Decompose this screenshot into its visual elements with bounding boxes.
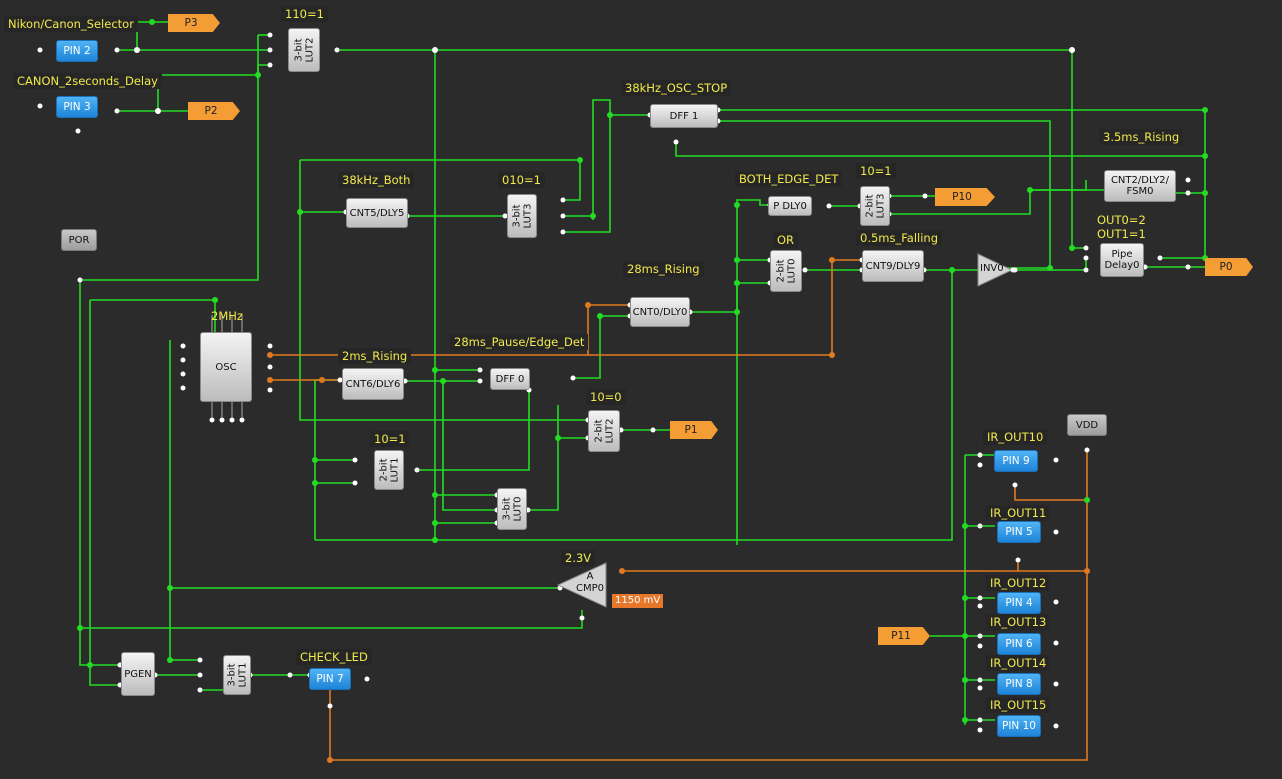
label-nikon-canon: Nikon/Canon_Selector [4,16,138,32]
label-28ms-rising: 28ms_Rising [623,261,704,277]
port-p10[interactable]: P10 [935,188,995,206]
port-p2[interactable]: P2 [188,102,240,120]
label-check-led: CHECK_LED [296,649,372,665]
label-ir-out11: IR_OUT11 [986,505,1051,521]
pin4-block[interactable]: PIN 4 [997,592,1041,614]
pin7-block[interactable]: PIN 7 [309,668,351,690]
label-out1: OUT1=1 [1097,227,1146,241]
lut2-2bit-block[interactable]: 2-bit LUT2 [588,410,620,452]
lut1-2bit-block[interactable]: 2-bit LUT1 [374,450,404,490]
label-38k-stop: 38kHz_OSC_STOP [621,80,732,96]
label-lut3-010: 010=1 [498,172,545,188]
cnt9-block[interactable]: CNT9/DLY9 [862,250,924,282]
vdd-block[interactable]: VDD [1067,414,1107,436]
label-28ms-pause: 28ms_Pause/Edge_Det [450,334,589,350]
label-0-5ms: 0.5ms_Falling [856,230,943,246]
lut0-3bit-text: 3-bit LUT0 [501,496,523,522]
lut3-3bit-block[interactable]: 3-bit LUT3 [507,194,537,238]
port-p1[interactable]: P1 [670,421,718,439]
pin3-block[interactable]: PIN 3 [56,96,98,118]
por-block[interactable]: POR [61,229,97,251]
label-3-5ms: 3.5ms_Rising [1099,129,1184,145]
label-38k-both: 38kHz_Both [338,172,415,188]
lut2-3bit-block[interactable]: 3-bit LUT2 [288,28,320,72]
label-2mhz: 2MHz [211,309,243,323]
inv0-label: INV0 [980,263,1004,274]
lut1-3bit-block[interactable]: 3-bit LUT1 [223,655,251,695]
lut0-2bit-block[interactable]: 2-bit LUT0 [770,250,802,292]
label-ir-out10: IR_OUT10 [983,429,1048,445]
lut0-3bit-block[interactable]: 3-bit LUT0 [497,488,527,530]
cmp-reference[interactable]: 1150 mV [612,594,664,608]
inv0-block[interactable]: INV0 [976,252,1016,288]
label-or: OR [773,232,799,248]
dff1-block[interactable]: DFF 1 [650,104,718,128]
pin5-block[interactable]: PIN 5 [997,521,1041,543]
lut1-3bit-text: 3-bit LUT1 [226,662,248,688]
cnt2-block[interactable]: CNT2/DLY2/ FSM0 [1104,170,1176,202]
lut3-2bit-block[interactable]: 2-bit LUT3 [860,186,890,226]
cmp0-label: A CMP0 [576,571,605,594]
label-ir-out13: IR_OUT13 [986,614,1051,630]
label-2ms-rising: 2ms_Rising [338,348,412,364]
lut2-3bit-text: 3-bit LUT2 [293,37,315,63]
pin6-block[interactable]: PIN 6 [997,633,1041,655]
cnt0-block[interactable]: CNT0/DLY0 [630,297,690,327]
label-lut2-110: 110=1 [281,6,328,22]
cnt6-block[interactable]: CNT6/DLY6 [342,368,404,400]
label-ir-out14: IR_OUT14 [986,655,1051,671]
label-ir-out15: IR_OUT15 [986,697,1051,713]
label-lut2-10-0: 10=0 [586,389,626,405]
pin2-block[interactable]: PIN 2 [56,40,98,62]
label-2-3v: 2.3V [561,550,596,566]
label-lut1-10-1: 10=1 [370,431,410,447]
lut2-2bit-text: 2-bit LUT2 [593,418,615,444]
cmp0-block[interactable]: A CMP0 [556,561,608,609]
pdly0-block[interactable]: P DLY0 [768,196,812,216]
lut3-2bit-text: 2-bit LUT3 [864,193,886,219]
pin9-block[interactable]: PIN 9 [994,450,1038,472]
port-p11[interactable]: P11 [878,627,930,645]
pipe-delay-block[interactable]: Pipe Delay0 [1100,243,1144,277]
label-both-edge: BOTH_EDGE_DET [735,171,843,187]
label-lut3-10: 10=1 [856,163,896,179]
osc-block[interactable]: OSC [200,332,252,402]
label-canon-delay: CANON_2seconds_Delay [13,73,162,89]
label-ir-out12: IR_OUT12 [986,575,1051,591]
lut3-3bit-text: 3-bit LUT3 [511,203,533,229]
port-p0[interactable]: P0 [1205,258,1253,276]
port-p3[interactable]: P3 [168,14,220,32]
dff0-block[interactable]: DFF 0 [490,368,530,390]
pin8-block[interactable]: PIN 8 [997,673,1041,695]
cnt5-block[interactable]: CNT5/DLY5 [346,198,408,228]
pgen-block[interactable]: PGEN [121,652,155,696]
lut0-2bit-text: 2-bit LUT0 [775,258,797,284]
lut1-2bit-text: 2-bit LUT1 [378,457,400,483]
pin10-block[interactable]: PIN 10 [997,715,1041,737]
